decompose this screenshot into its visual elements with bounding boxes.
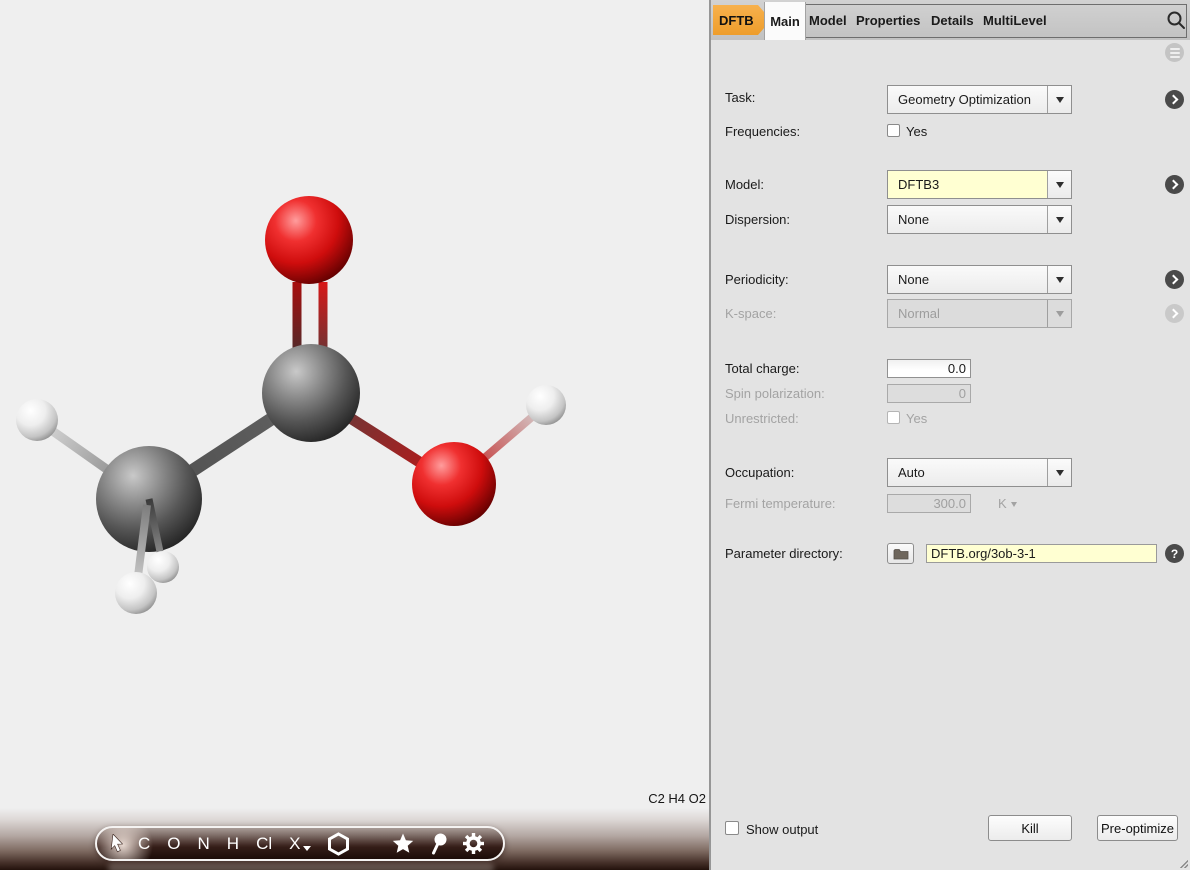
- atom-H[interactable]: [526, 385, 566, 425]
- dropdown-arrow-icon: [1047, 206, 1071, 233]
- chevron-right-icon: [1169, 309, 1179, 319]
- fermi-temperature-input: [887, 494, 971, 513]
- tab-details[interactable]: Details: [931, 0, 974, 40]
- element-button-o[interactable]: O: [167, 834, 180, 854]
- kill-button[interactable]: Kill: [988, 815, 1072, 841]
- total-charge-label: Total charge:: [725, 361, 799, 376]
- element-x-dropdown-caret-icon[interactable]: [303, 846, 311, 851]
- browse-folder-button[interactable]: [887, 543, 914, 564]
- atom-O[interactable]: [412, 442, 496, 526]
- show-output-checkbox[interactable]: [725, 821, 739, 835]
- dftb-input-panel: DFTB Main Model Properties Details Multi…: [711, 0, 1190, 870]
- unrestricted-label: Unrestricted:: [725, 411, 799, 426]
- element-button-n[interactable]: N: [198, 834, 210, 854]
- tab-main[interactable]: Main: [764, 2, 806, 40]
- kspace-dropdown: Normal: [887, 299, 1072, 328]
- unrestricted-checkbox: [887, 411, 900, 424]
- tab-properties[interactable]: Properties: [856, 0, 920, 40]
- parameter-directory-input[interactable]: [926, 544, 1157, 563]
- occupation-dropdown[interactable]: Auto: [887, 458, 1072, 487]
- chevron-right-icon: [1169, 180, 1179, 190]
- dispersion-dropdown[interactable]: None: [887, 205, 1072, 234]
- chevron-right-icon: [1169, 95, 1179, 105]
- dropdown-arrow-icon: [1047, 459, 1071, 486]
- molecule-viewport: [0, 0, 710, 870]
- unit-dropdown-caret-icon: [1011, 502, 1017, 507]
- spin-polarization-input: [887, 384, 971, 403]
- cursor-tool-icon[interactable]: [109, 834, 126, 854]
- search-icon[interactable]: [1166, 10, 1186, 30]
- dispersion-label: Dispersion:: [725, 212, 790, 227]
- toolbar-reflection: [108, 861, 494, 870]
- kspace-info-button: [1165, 304, 1184, 323]
- element-toolbar: CONH Cl X: [95, 826, 505, 861]
- molecular-formula: C2 H4 O2: [648, 791, 706, 806]
- task-label: Task:: [725, 90, 755, 105]
- parameter-directory-help-button[interactable]: ?: [1165, 544, 1184, 563]
- question-mark-icon: ?: [1171, 548, 1178, 560]
- app-tab-dftb[interactable]: DFTB: [713, 5, 771, 35]
- dropdown-arrow-icon: [1047, 86, 1071, 113]
- task-dropdown[interactable]: Geometry Optimization: [887, 85, 1072, 114]
- model-label: Model:: [725, 177, 764, 192]
- unrestricted-checkbox-label: Yes: [906, 411, 927, 426]
- atom-O[interactable]: [265, 196, 353, 284]
- atom-H[interactable]: [115, 572, 157, 614]
- panel-menu-icon[interactable]: [1165, 43, 1184, 62]
- element-button-group: CONH Cl X: [138, 834, 300, 854]
- parameter-directory-label: Parameter directory:: [725, 546, 843, 561]
- frequencies-label: Frequencies:: [725, 124, 800, 139]
- pin-icon[interactable]: [429, 833, 447, 855]
- tab-model[interactable]: Model: [809, 0, 847, 40]
- ring-tool-icon[interactable]: [327, 832, 350, 856]
- model-dropdown[interactable]: DFTB3: [887, 170, 1072, 199]
- tab-bar: DFTB Main Model Properties Details Multi…: [711, 0, 1190, 40]
- element-button-cl[interactable]: Cl: [256, 834, 272, 854]
- toolbar-right-icons: [392, 832, 485, 855]
- atom-H[interactable]: [147, 551, 179, 583]
- folder-icon: [893, 548, 909, 560]
- total-charge-input[interactable]: [887, 359, 971, 378]
- gear-icon[interactable]: [462, 832, 485, 855]
- periodicity-info-button[interactable]: [1165, 270, 1184, 289]
- model-info-button[interactable]: [1165, 175, 1184, 194]
- star-icon[interactable]: [392, 833, 414, 854]
- show-output-label: Show output: [746, 822, 818, 837]
- application-window: C2 H4 O2 CONH Cl X: [0, 0, 1190, 870]
- occupation-label: Occupation:: [725, 465, 794, 480]
- preoptimize-button[interactable]: Pre-optimize: [1097, 815, 1178, 841]
- chevron-right-icon: [1169, 275, 1179, 285]
- fermi-temperature-label: Fermi temperature:: [725, 496, 836, 511]
- task-info-button[interactable]: [1165, 90, 1184, 109]
- dropdown-arrow-icon: [1047, 266, 1071, 293]
- kspace-label: K-space:: [725, 306, 776, 321]
- dropdown-arrow-icon: [1047, 171, 1071, 198]
- element-button-c[interactable]: C: [138, 834, 150, 854]
- atom-C[interactable]: [262, 344, 360, 442]
- frequencies-checkbox-label: Yes: [906, 124, 927, 139]
- frequencies-checkbox[interactable]: [887, 124, 900, 137]
- periodicity-dropdown[interactable]: None: [887, 265, 1072, 294]
- molecule-viewer[interactable]: C2 H4 O2 CONH Cl X: [0, 0, 710, 870]
- spin-polarization-label: Spin polarization:: [725, 386, 825, 401]
- window-resize-grip[interactable]: [1180, 860, 1188, 868]
- element-button-x[interactable]: X: [289, 834, 300, 854]
- atom-H[interactable]: [16, 399, 58, 441]
- tab-multilevel[interactable]: MultiLevel: [983, 0, 1047, 40]
- dropdown-arrow-icon: [1047, 300, 1071, 327]
- fermi-temperature-unit: K: [998, 496, 1017, 511]
- element-button-h[interactable]: H: [227, 834, 239, 854]
- periodicity-label: Periodicity:: [725, 272, 789, 287]
